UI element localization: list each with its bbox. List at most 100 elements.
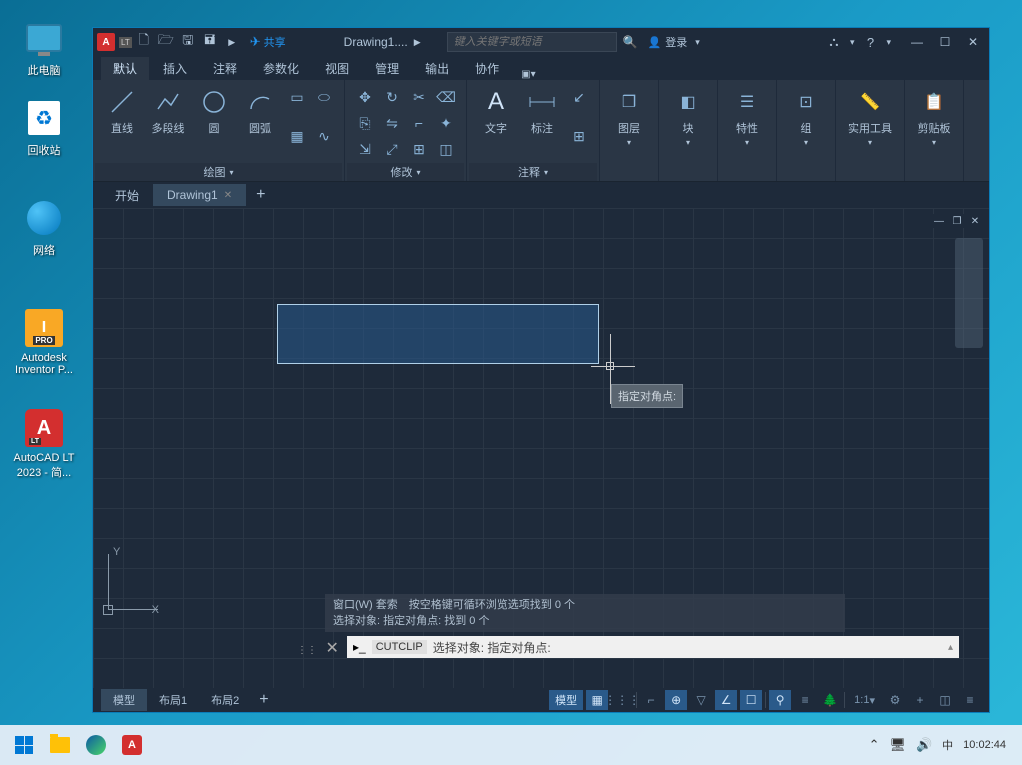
- props-button[interactable]: ☰特性▾: [726, 86, 768, 161]
- status-polar-button[interactable]: ⊕: [665, 690, 687, 710]
- panel-modify-label[interactable]: 修改▾: [347, 163, 464, 181]
- rotate-button[interactable]: ↻: [380, 86, 404, 108]
- copy-button[interactable]: ⎘: [353, 112, 377, 134]
- rect-button[interactable]: ▭: [285, 86, 309, 108]
- status-ortho-button[interactable]: ⌐: [640, 690, 662, 710]
- offset-button[interactable]: ◫: [434, 138, 458, 160]
- desktop-autocad[interactable]: A AutoCAD LT 2023 - 简...: [6, 408, 82, 480]
- status-cycle-button[interactable]: 🌲: [819, 690, 841, 710]
- autodesk-app-button[interactable]: ⛬: [824, 32, 844, 52]
- tray-clock[interactable]: 10:02:44: [963, 739, 1006, 751]
- scale-button[interactable]: ⤢: [380, 138, 404, 160]
- ribbon-tab-annotate[interactable]: 注释: [201, 57, 249, 80]
- layout-tab-model[interactable]: 模型: [101, 689, 147, 711]
- panel-annot-label[interactable]: 注释▾: [469, 163, 597, 181]
- ribbon-tab-manage[interactable]: 管理: [363, 57, 411, 80]
- ribbon-tab-parametric[interactable]: 参数化: [251, 57, 311, 80]
- ribbon-tab-collab[interactable]: 协作: [463, 57, 511, 80]
- status-maximize-button[interactable]: +: [909, 690, 931, 710]
- cmd-expand-button[interactable]: ▴: [948, 642, 953, 653]
- command-line[interactable]: ▸_ CUTCLIP 选择对象: 指定对角点: ▴: [347, 636, 959, 658]
- tray-network-icon[interactable]: 🖥: [889, 737, 906, 753]
- start-button[interactable]: [6, 729, 42, 761]
- save-button[interactable]: 🖫: [178, 32, 198, 52]
- doc-restore-button[interactable]: ❐: [949, 214, 965, 228]
- open-file-button[interactable]: 🗁: [156, 32, 176, 52]
- polyline-button[interactable]: 多段线: [147, 86, 189, 161]
- dim-button[interactable]: 标注: [521, 86, 563, 161]
- maximize-button[interactable]: ☐: [933, 32, 957, 52]
- erase-button[interactable]: ⌫: [434, 86, 458, 108]
- desktop-recycle-bin[interactable]: 回收站: [6, 98, 82, 158]
- app-logo[interactable]: A: [97, 33, 115, 51]
- ucs-icon[interactable]: [103, 548, 163, 618]
- tray-volume-icon[interactable]: 🔊: [916, 737, 932, 753]
- status-customize-button[interactable]: ≡: [959, 690, 981, 710]
- search-icon[interactable]: 🔍: [623, 35, 638, 49]
- array-button[interactable]: ⊞: [407, 138, 431, 160]
- taskbar-autocad[interactable]: A: [114, 729, 150, 761]
- trim-button[interactable]: ✂: [407, 86, 431, 108]
- block-button[interactable]: ◧块▾: [667, 86, 709, 161]
- drawing-canvas[interactable]: — ❐ ✕ 指定对角点: 窗口(W) 套索 按空格键可循环浏览选项找到 0 个 …: [93, 208, 989, 688]
- qat-more-button[interactable]: ▶: [222, 32, 242, 52]
- status-gear-button[interactable]: ⚙: [884, 690, 906, 710]
- ribbon-tab-output[interactable]: 输出: [413, 57, 461, 80]
- hatch-button[interactable]: ▦: [285, 125, 309, 147]
- save-as-button[interactable]: 🖬: [200, 32, 220, 52]
- help-button[interactable]: ?: [860, 32, 880, 52]
- ribbon-tab-default[interactable]: 默认: [101, 57, 149, 80]
- status-osnap-button[interactable]: ∠: [715, 690, 737, 710]
- minimize-button[interactable]: —: [905, 32, 929, 52]
- util-button[interactable]: 📏实用工具▾: [844, 86, 896, 161]
- desktop-network[interactable]: 网络: [6, 198, 82, 258]
- user-login[interactable]: 👤 登录 ▾: [648, 34, 704, 50]
- move-button[interactable]: ✥: [353, 86, 377, 108]
- spline-button[interactable]: ∿: [312, 125, 336, 147]
- status-transparency-button[interactable]: ≡: [794, 690, 816, 710]
- leader-button[interactable]: ↙: [567, 86, 591, 108]
- command-input[interactable]: 选择对象: 指定对角点:: [433, 639, 942, 656]
- cmd-close-icon[interactable]: ✕: [325, 640, 338, 657]
- panel-draw-label[interactable]: 绘图▾: [95, 163, 342, 181]
- search-input[interactable]: [454, 36, 610, 48]
- taskbar-edge[interactable]: [78, 729, 114, 761]
- table-button[interactable]: ⊞: [567, 125, 591, 147]
- layout-tab-layout1[interactable]: 布局1: [147, 689, 199, 711]
- ribbon-apps-button[interactable]: ▣▾: [521, 69, 535, 80]
- close-button[interactable]: ✕: [961, 32, 985, 52]
- tray-ime[interactable]: 中: [942, 737, 953, 753]
- status-snap-button[interactable]: ⋮⋮⋮: [611, 690, 633, 710]
- new-file-button[interactable]: 🗋: [134, 32, 154, 52]
- title-dropdown[interactable]: ▶: [410, 37, 425, 48]
- share-button[interactable]: ✈ 共享: [244, 34, 292, 50]
- group-button[interactable]: ⊡组▾: [785, 86, 827, 161]
- taskbar-explorer[interactable]: [42, 729, 78, 761]
- status-model-button[interactable]: 模型: [549, 690, 583, 710]
- desktop-inventor[interactable]: I Autodesk Inventor P...: [6, 308, 82, 376]
- line-button[interactable]: 直线: [101, 86, 143, 161]
- desktop-this-pc[interactable]: 此电脑: [6, 18, 82, 78]
- arc-button[interactable]: 圆弧: [239, 86, 281, 161]
- status-annoscale-button[interactable]: 1:1 ▾: [848, 690, 881, 710]
- app-dropdown[interactable]: ▾: [846, 37, 859, 48]
- layout-add-button[interactable]: +: [251, 688, 276, 712]
- search-box[interactable]: [447, 32, 617, 52]
- stretch-button[interactable]: ⇲: [353, 138, 377, 160]
- status-isodraft-button[interactable]: ▽: [690, 690, 712, 710]
- layers-button[interactable]: ❒图层▾: [608, 86, 650, 161]
- ellipse-button[interactable]: ⬭: [312, 86, 336, 108]
- status-otrack-button[interactable]: ☐: [740, 690, 762, 710]
- doc-close-button[interactable]: ✕: [967, 214, 983, 228]
- fillet-button[interactable]: ⌐: [407, 112, 431, 134]
- text-button[interactable]: A文字: [475, 86, 517, 161]
- ribbon-tab-insert[interactable]: 插入: [151, 57, 199, 80]
- layout-tab-layout2[interactable]: 布局2: [199, 689, 251, 711]
- doc-tab-start[interactable]: 开始: [101, 183, 153, 208]
- explode-button[interactable]: ✦: [434, 112, 458, 134]
- help-dropdown[interactable]: ▾: [882, 37, 895, 48]
- status-isolate-button[interactable]: ◫: [934, 690, 956, 710]
- mirror-button[interactable]: ⇋: [380, 112, 404, 134]
- clipboard-button[interactable]: 📋剪贴板▾: [913, 86, 955, 161]
- status-lineweight-button[interactable]: ⚲: [769, 690, 791, 710]
